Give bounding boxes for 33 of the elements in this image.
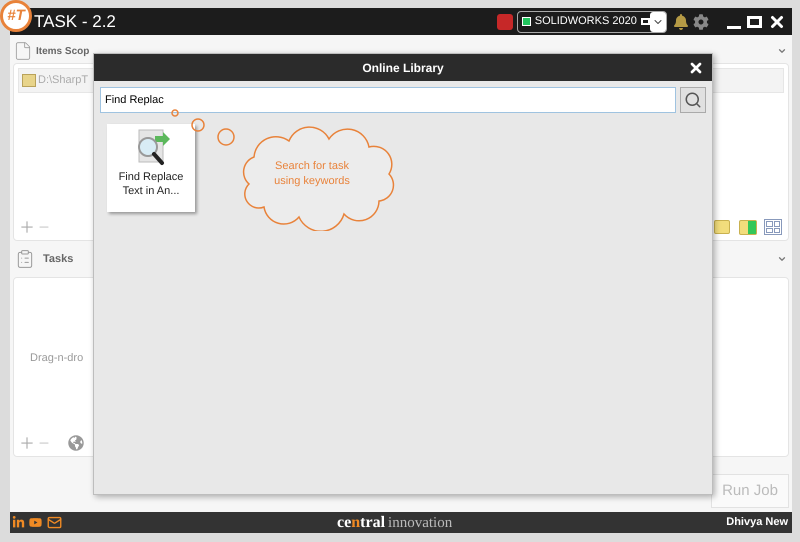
dialog-title: Online Library [362,60,444,76]
linkedin-icon[interactable] [12,516,25,529]
user-name: Dhivya New [726,515,788,530]
logo-badge: #T [0,0,32,32]
task-tile[interactable]: Find Replace Text in An... [107,124,195,212]
drop-hint: Drag-n-dro [30,350,84,366]
bell-icon[interactable] [673,14,689,30]
page-icon [13,40,33,62]
globe-icon[interactable] [68,435,84,451]
collapse-icon[interactable] [777,46,787,56]
callout-text: Search for task using keywords [273,159,351,189]
window-title: TASK - 2.2 [34,10,116,33]
collapse-icon[interactable] [777,254,787,264]
settings-icon[interactable] [693,14,709,30]
dropdown-button[interactable] [650,12,666,32]
app-logo-icon [497,14,513,30]
maximize-button[interactable] [747,16,762,28]
selector-value: SOLIDWORKS 2020 [534,14,637,30]
brand-logo: central innovation [337,512,452,532]
section-title: Tasks [43,252,74,267]
application-selector[interactable]: SOLIDWORKS 2020 [517,10,667,32]
tile-label: Find Replace Text in An... [118,170,184,198]
mail-icon[interactable] [46,515,63,530]
path-text: D:\SharpT [38,73,88,88]
close-icon[interactable] [688,60,704,76]
search-button[interactable] [680,87,706,113]
clipboard-icon [15,248,35,270]
status-square-icon [522,17,531,26]
layout-icon[interactable] [764,219,782,235]
section-title: Items Scop [36,44,90,58]
search-icon [684,91,702,109]
youtube-icon[interactable] [29,516,42,529]
search-field[interactable]: Find Replac [100,87,676,113]
